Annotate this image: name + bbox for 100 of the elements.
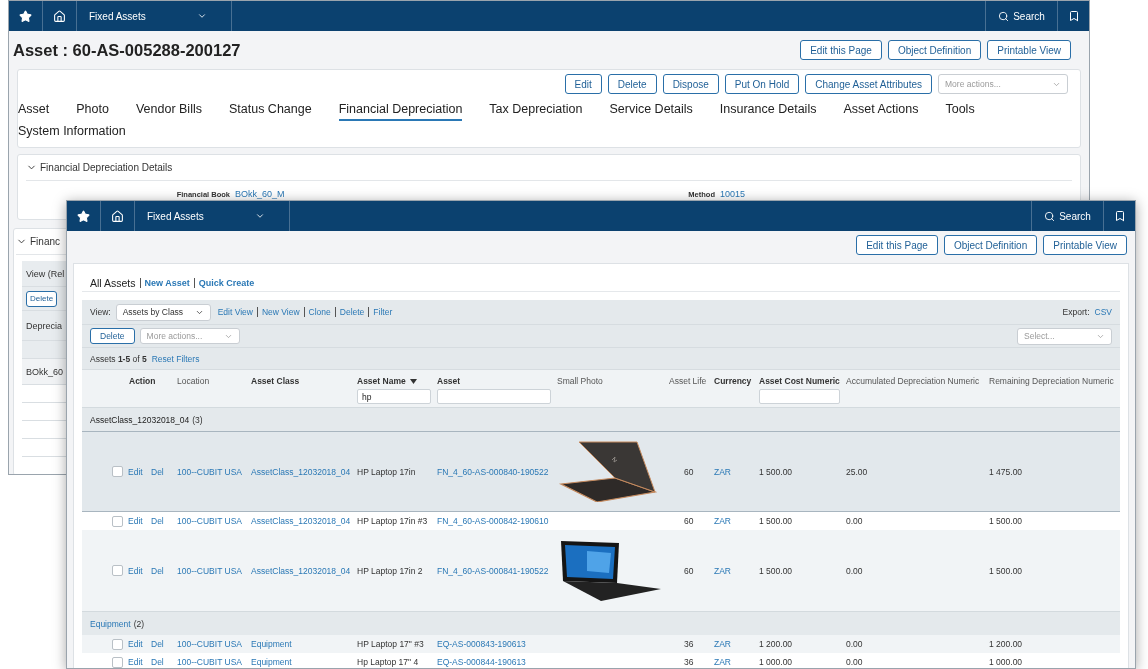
action-button[interactable]: Dispose	[662, 74, 719, 94]
column-header[interactable]: Small Photo	[557, 376, 603, 386]
column-header[interactable]: Asset Life	[669, 376, 707, 386]
asset-link[interactable]: FN_4_60-AS-000841-190522	[437, 565, 557, 576]
tab[interactable]: Insurance Details	[719, 102, 817, 121]
tab[interactable]: Tax Depreciation	[489, 102, 583, 121]
del-link[interactable]: Del	[151, 516, 177, 526]
page-button[interactable]: Printable View	[987, 40, 1071, 60]
tab[interactable]: Asset Actions	[843, 102, 919, 121]
checkbox[interactable]	[112, 656, 123, 668]
asset-class-link[interactable]: AssetClass_12032018_04	[251, 466, 357, 477]
edit-link[interactable]: Edit	[128, 565, 151, 576]
app-menu-button[interactable]: Fixed Assets	[135, 201, 290, 231]
home-icon[interactable]	[53, 9, 66, 23]
app-menu-button[interactable]: Fixed Assets	[77, 1, 232, 31]
asset-link[interactable]: EQ-AS-000843-190613	[437, 639, 557, 649]
asset-link[interactable]: EQ-AS-000844-190613	[437, 657, 557, 667]
column-header[interactable]: Asset Cost Numeric	[759, 376, 840, 386]
view-link[interactable]: Edit View	[217, 307, 253, 317]
bookmark-icon[interactable]	[1067, 10, 1080, 22]
filter-field[interactable]	[437, 389, 551, 404]
edit-link[interactable]: Edit	[128, 639, 151, 649]
location-link[interactable]: 100--CUBIT USA	[177, 639, 251, 649]
tab[interactable]: Vendor Bills	[135, 102, 202, 121]
page-button[interactable]: Printable View	[1043, 235, 1127, 255]
view-link[interactable]: Delete	[339, 307, 365, 317]
tab[interactable]: Financial Depreciation	[338, 102, 463, 121]
action-button[interactable]: Change Asset Attributes	[805, 74, 932, 94]
star-icon[interactable]	[77, 209, 90, 223]
tab[interactable]: Photo	[76, 102, 109, 121]
tab[interactable]: System Information	[18, 124, 126, 143]
asset-class-link[interactable]: AssetClass_12032018_04	[251, 516, 357, 526]
page-button[interactable]: Edit this Page	[856, 235, 938, 255]
location-link[interactable]: 100--CUBIT USA	[177, 466, 251, 477]
accumulated-cell-text: 0.00	[846, 639, 864, 649]
location-link[interactable]: 100--CUBIT USA	[177, 516, 251, 526]
action-button[interactable]: Put On Hold	[724, 74, 800, 94]
header-link[interactable]: Quick Create	[198, 277, 255, 288]
currency-link[interactable]: ZAR	[714, 466, 759, 477]
page-button[interactable]: Object Definition	[887, 40, 982, 60]
edit-link[interactable]: Edit	[128, 657, 151, 667]
column-header[interactable]: Asset	[437, 376, 461, 386]
tab[interactable]: Status Change	[228, 102, 312, 121]
location-link[interactable]: 100--CUBIT USA	[177, 565, 251, 576]
more-actions-select[interactable]: More actions...	[139, 328, 240, 344]
asset-link[interactable]: FN_4_60-AS-000840-190522	[437, 466, 557, 477]
search-button[interactable]: Search	[1031, 201, 1103, 231]
asset-class-link[interactable]: AssetClass_12032018_04	[251, 565, 357, 576]
currency-link[interactable]: ZAR	[714, 639, 759, 649]
bookmark-icon[interactable]	[1113, 210, 1126, 222]
edit-link[interactable]: Edit	[128, 516, 151, 526]
del-link[interactable]: Del	[151, 657, 177, 667]
page-button[interactable]: Object Definition	[943, 235, 1038, 255]
view-link[interactable]: Clone	[308, 307, 331, 317]
tab[interactable]: Service Details	[609, 102, 693, 121]
column-header[interactable]: Asset Class	[251, 376, 300, 386]
del-link[interactable]: Del	[151, 466, 177, 477]
tab[interactable]: Asset	[18, 102, 50, 121]
column-header[interactable]: Location	[177, 376, 210, 386]
edit-link[interactable]: Edit	[128, 466, 151, 477]
asset-class-link[interactable]: Equipment	[251, 657, 357, 667]
filter-field[interactable]	[759, 389, 840, 404]
asset-link[interactable]: FN_4_60-AS-000842-190610	[437, 516, 557, 526]
view-select[interactable]: Assets by Class	[115, 303, 211, 321]
del-link[interactable]: Del	[151, 639, 177, 649]
column-header[interactable]: Asset Name	[357, 376, 417, 386]
more-actions-select[interactable]: More actions...	[938, 74, 1068, 94]
asset-class-link[interactable]: Equipment	[251, 639, 357, 649]
location-link[interactable]: 100--CUBIT USA	[177, 657, 251, 667]
header-link[interactable]: New Asset	[144, 277, 190, 288]
star-icon[interactable]	[19, 9, 32, 23]
checkbox[interactable]	[112, 565, 123, 576]
column-header[interactable]: Accumulated Depreciation Numeric	[846, 376, 980, 386]
group-name[interactable]: Equipment	[90, 618, 131, 629]
currency-link[interactable]: ZAR	[714, 516, 759, 526]
search-button[interactable]: Search	[985, 1, 1057, 31]
field-link[interactable]: 10015	[720, 189, 1080, 199]
view-link[interactable]: New View	[261, 307, 300, 317]
page-button[interactable]: Edit this Page	[800, 40, 882, 60]
checkbox[interactable]	[112, 515, 123, 527]
field-link[interactable]: BOkk_60_M	[235, 189, 475, 199]
delete-button[interactable]: Delete	[26, 290, 58, 307]
tab[interactable]: Tools	[945, 102, 975, 121]
reset-filters-link[interactable]: Reset Filters	[151, 353, 200, 364]
action-button[interactable]: Edit	[564, 74, 602, 94]
column-header[interactable]: Currency	[714, 376, 752, 386]
currency-link[interactable]: ZAR	[714, 657, 759, 667]
view-link[interactable]: Filter	[373, 307, 393, 317]
column-header[interactable]: Remaining Depreciation Numeric	[989, 376, 1114, 386]
del-link[interactable]: Del	[151, 565, 177, 576]
column-header[interactable]: Action	[129, 376, 156, 386]
action-button[interactable]: Delete	[607, 74, 657, 94]
filter-field[interactable]: hp	[357, 389, 431, 404]
delete-button[interactable]: Delete	[90, 328, 135, 344]
currency-link[interactable]: ZAR	[714, 565, 759, 576]
export-link[interactable]: CSV	[1094, 307, 1112, 317]
home-icon[interactable]	[111, 209, 124, 223]
select-field[interactable]: Select...	[1017, 327, 1112, 345]
checkbox[interactable]	[112, 466, 123, 477]
checkbox[interactable]	[112, 638, 123, 650]
